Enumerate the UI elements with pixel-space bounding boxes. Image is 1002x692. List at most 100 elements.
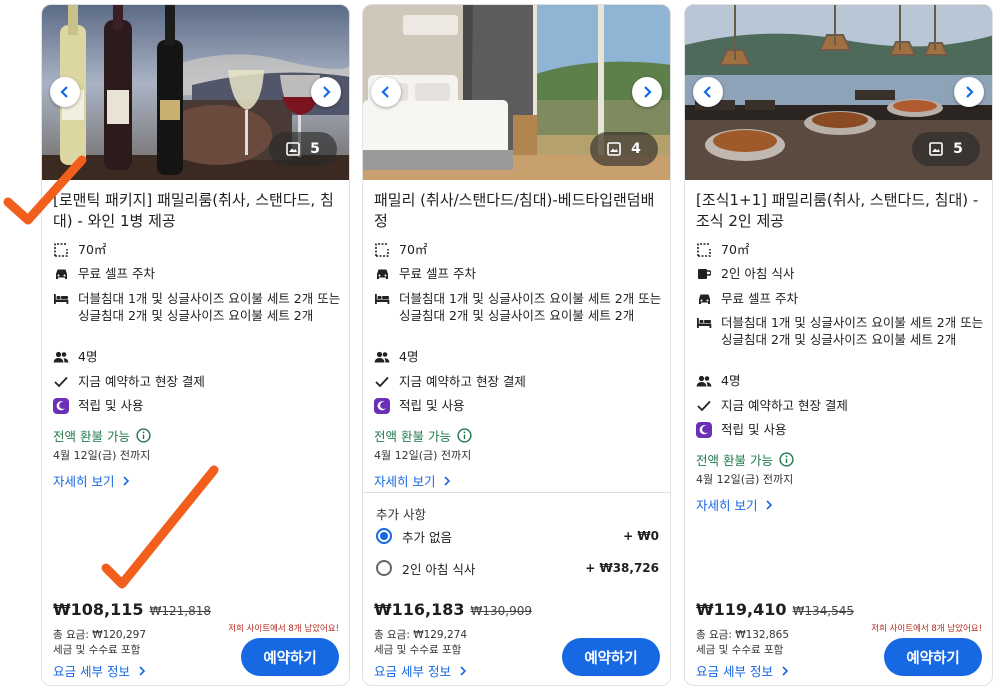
original-price: ₩134,545 xyxy=(792,604,855,618)
gallery-icon xyxy=(607,142,621,156)
chevron-right-icon xyxy=(139,665,146,676)
total-price: 총 요금: ₩120,297 xyxy=(53,629,146,641)
feature-beds: 더블침대 1개 및 싱글사이즈 요이불 세트 2개 또는 싱글침대 2개 및 싱… xyxy=(696,315,986,348)
info-icon[interactable] xyxy=(779,452,794,467)
feature-pay-later: 지금 예약하고 현장 결제 xyxy=(53,374,343,391)
chevron-right-icon xyxy=(323,86,331,98)
rooms-left-notice: 저희 사이트에서 8개 남았어요! xyxy=(228,624,339,634)
price-details-link[interactable]: 요금 세부 정보 xyxy=(53,661,146,680)
photo-count: 4 xyxy=(631,141,641,157)
bed-icon xyxy=(53,291,69,307)
refund-deadline: 4월 12일(금) 전까지 xyxy=(53,449,151,462)
feature-parking: 무료 셀프 주차 xyxy=(53,266,343,283)
chevron-right-icon xyxy=(644,86,652,98)
people-icon xyxy=(53,349,69,365)
feature-occupancy: 4명 xyxy=(374,349,664,366)
chevron-right-icon xyxy=(460,665,467,676)
refund-status: 전액 환불 가능 xyxy=(374,426,472,445)
original-price: ₩130,909 xyxy=(470,604,533,618)
info-icon[interactable] xyxy=(457,428,472,443)
feature-parking: 무료 셀프 주차 xyxy=(374,266,664,283)
more-details-link[interactable]: 자세히 보기 xyxy=(374,471,451,490)
chevron-right-icon xyxy=(782,665,789,676)
current-price: ₩119,410 xyxy=(696,600,787,619)
price-details-link[interactable]: 요금 세부 정보 xyxy=(696,661,789,680)
original-price: ₩121,818 xyxy=(149,604,212,618)
check-icon xyxy=(374,374,390,390)
photo-gallery-button[interactable]: 4 xyxy=(590,132,658,166)
refund-status: 전액 환불 가능 xyxy=(696,450,794,469)
extra-option-none[interactable]: 추가 없음 + ₩0 xyxy=(376,525,659,547)
room-card-romantic-package: 5 [로맨틱 패키지] 패밀리룸(취사, 스탠다드, 침대) - 와인 1병 제… xyxy=(41,4,350,686)
total-price: 총 요금: ₩129,274 xyxy=(374,629,467,641)
feature-rewards: 적립 및 사용 xyxy=(374,398,664,415)
feature-pay-later: 지금 예약하고 현장 결제 xyxy=(696,398,986,415)
next-photo-button[interactable] xyxy=(311,77,341,107)
radio-unselected[interactable] xyxy=(376,560,392,576)
room-title: [로맨틱 패키지] 패밀리룸(취사, 스탠다드, 침대) - 와인 1병 제공 xyxy=(53,191,334,230)
chevron-right-icon xyxy=(444,475,451,486)
price-block: ₩108,115 ₩121,818 xyxy=(53,600,211,619)
bed-icon xyxy=(374,291,390,307)
feature-rewards: 적립 및 사용 xyxy=(53,398,343,415)
previous-photo-button[interactable] xyxy=(693,77,723,107)
feature-breakfast: 2인 아침 식사 xyxy=(696,266,986,283)
bed-icon xyxy=(696,315,712,331)
more-details-link[interactable]: 자세히 보기 xyxy=(696,495,773,514)
refund-deadline: 4월 12일(금) 전까지 xyxy=(374,449,472,462)
feature-area: 70㎡ xyxy=(374,242,664,259)
taxes-note: 세금 및 수수료 포함 xyxy=(374,644,462,656)
room-card-breakfast-package: 5 [조식1+1] 패밀리룸(취사, 스탠다드, 침대) - 조식 2인 제공 … xyxy=(684,4,993,686)
floor-plan-icon xyxy=(374,242,390,258)
check-icon xyxy=(53,374,69,390)
room-title: 패밀리 (취사/스탠다드/침대)-베드타입랜덤배정 xyxy=(374,191,655,230)
feature-beds: 더블침대 1개 및 싱글사이즈 요이불 세트 2개 또는 싱글침대 2개 및 싱… xyxy=(53,291,343,324)
previous-photo-button[interactable] xyxy=(50,77,80,107)
rewards-icon xyxy=(374,398,390,414)
price-block: ₩116,183 ₩130,909 xyxy=(374,600,532,619)
room-card-family-random-bed: 4 패밀리 (취사/스탠다드/침대)-베드타입랜덤배정 70㎡ 무료 셀프 주차… xyxy=(362,4,671,686)
photo-gallery-button[interactable]: 5 xyxy=(912,132,980,166)
price-block: ₩119,410 ₩134,545 xyxy=(696,600,854,619)
feature-parking: 무료 셀프 주차 xyxy=(696,291,986,308)
section-divider xyxy=(363,492,670,493)
feature-area: 70㎡ xyxy=(53,242,343,259)
refund-deadline: 4월 12일(금) 전까지 xyxy=(696,473,794,486)
extra-option-breakfast[interactable]: 2인 아침 식사 + ₩38,726 xyxy=(376,557,659,579)
chevron-left-icon xyxy=(703,86,711,98)
next-photo-button[interactable] xyxy=(954,77,984,107)
photo-count: 5 xyxy=(310,141,320,157)
chevron-right-icon xyxy=(123,475,130,486)
feature-occupancy: 4명 xyxy=(53,349,343,366)
feature-occupancy: 4명 xyxy=(696,373,986,390)
rewards-icon xyxy=(696,422,712,438)
chevron-left-icon xyxy=(381,86,389,98)
photo-count: 5 xyxy=(953,141,963,157)
current-price: ₩108,115 xyxy=(53,600,144,619)
photo-gallery-button[interactable]: 5 xyxy=(269,132,337,166)
check-icon xyxy=(696,398,712,414)
chevron-left-icon xyxy=(60,86,68,98)
extras-heading: 추가 사항 xyxy=(376,507,426,522)
feature-beds: 더블침대 1개 및 싱글사이즈 요이불 세트 2개 또는 싱글침대 2개 및 싱… xyxy=(374,291,664,324)
floor-plan-icon xyxy=(696,242,712,258)
rewards-icon xyxy=(53,398,69,414)
previous-photo-button[interactable] xyxy=(371,77,401,107)
reserve-button[interactable]: 예약하기 xyxy=(241,638,339,676)
rooms-left-notice: 저희 사이트에서 8개 남았어요! xyxy=(871,624,982,634)
people-icon xyxy=(374,349,390,365)
taxes-note: 세금 및 수수료 포함 xyxy=(53,644,141,656)
car-icon xyxy=(53,266,69,282)
price-details-link[interactable]: 요금 세부 정보 xyxy=(374,661,467,680)
chevron-right-icon xyxy=(966,86,974,98)
radio-selected[interactable] xyxy=(376,528,392,544)
refund-status: 전액 환불 가능 xyxy=(53,426,151,445)
gallery-icon xyxy=(286,142,300,156)
info-icon[interactable] xyxy=(136,428,151,443)
next-photo-button[interactable] xyxy=(632,77,662,107)
people-icon xyxy=(696,373,712,389)
reserve-button[interactable]: 예약하기 xyxy=(562,638,660,676)
feature-area: 70㎡ xyxy=(696,242,986,259)
more-details-link[interactable]: 자세히 보기 xyxy=(53,471,130,490)
reserve-button[interactable]: 예약하기 xyxy=(884,638,982,676)
